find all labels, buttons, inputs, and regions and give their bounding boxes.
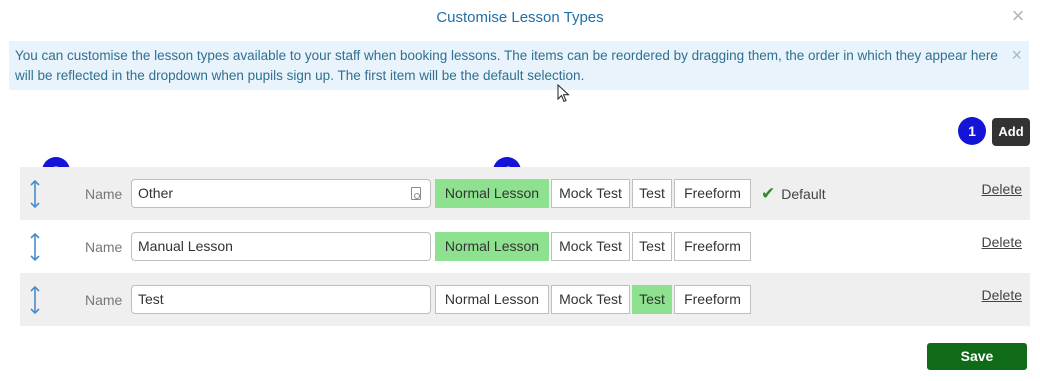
type-freeform-button[interactable]: Freeform <box>674 232 751 261</box>
drag-handle-icon[interactable] <box>28 285 42 315</box>
lesson-type-row: Name Other Normal Lesson Mock Test Test … <box>20 167 1030 220</box>
delete-link[interactable]: Delete <box>982 181 1022 197</box>
type-mock-test-button[interactable]: Mock Test <box>551 232 630 261</box>
default-label: Default <box>781 186 826 202</box>
type-mock-test-button[interactable]: Mock Test <box>551 179 630 208</box>
type-test-button[interactable]: Test <box>632 285 672 314</box>
type-normal-lesson-button[interactable]: Normal Lesson <box>435 285 549 314</box>
info-text: You can customise the lesson types avail… <box>15 48 998 83</box>
type-freeform-button[interactable]: Freeform <box>674 285 751 314</box>
name-input[interactable]: Other <box>131 179 431 208</box>
info-banner: You can customise the lesson types avail… <box>9 41 1029 90</box>
drag-handle-icon[interactable] <box>28 179 42 209</box>
mouse-cursor-icon <box>557 84 570 103</box>
type-mock-test-button[interactable]: Mock Test <box>551 285 630 314</box>
save-button[interactable]: Save <box>927 343 1027 370</box>
close-icon[interactable]: × <box>1011 45 1022 65</box>
type-normal-lesson-button[interactable]: Normal Lesson <box>435 232 549 261</box>
lesson-type-row: Name Test Normal Lesson Mock Test Test F… <box>20 273 1030 326</box>
type-test-button[interactable]: Test <box>632 179 672 208</box>
dialog-title: Customise Lesson Types <box>436 9 604 26</box>
close-icon[interactable]: × <box>1008 5 1028 27</box>
delete-link[interactable]: Delete <box>982 287 1022 303</box>
add-button[interactable]: Add <box>992 118 1030 146</box>
name-input[interactable]: Manual Lesson <box>131 232 431 261</box>
checkmark-icon: ✔ <box>761 184 776 203</box>
default-indicator: ✔ Default <box>761 184 826 204</box>
type-normal-lesson-button[interactable]: Normal Lesson <box>435 179 549 208</box>
name-label: Name <box>85 239 123 255</box>
type-freeform-button[interactable]: Freeform <box>674 179 751 208</box>
delete-link[interactable]: Delete <box>982 234 1022 250</box>
drag-handle-icon[interactable] <box>28 232 42 262</box>
contact-card-icon[interactable] <box>411 187 421 200</box>
name-label: Name <box>85 186 123 202</box>
name-input[interactable]: Test <box>131 285 431 314</box>
name-label: Name <box>85 292 123 308</box>
annotation-badge: 1 <box>958 117 986 145</box>
lesson-type-row: Name Manual Lesson Normal Lesson Mock Te… <box>20 220 1030 273</box>
type-test-button[interactable]: Test <box>632 232 672 261</box>
